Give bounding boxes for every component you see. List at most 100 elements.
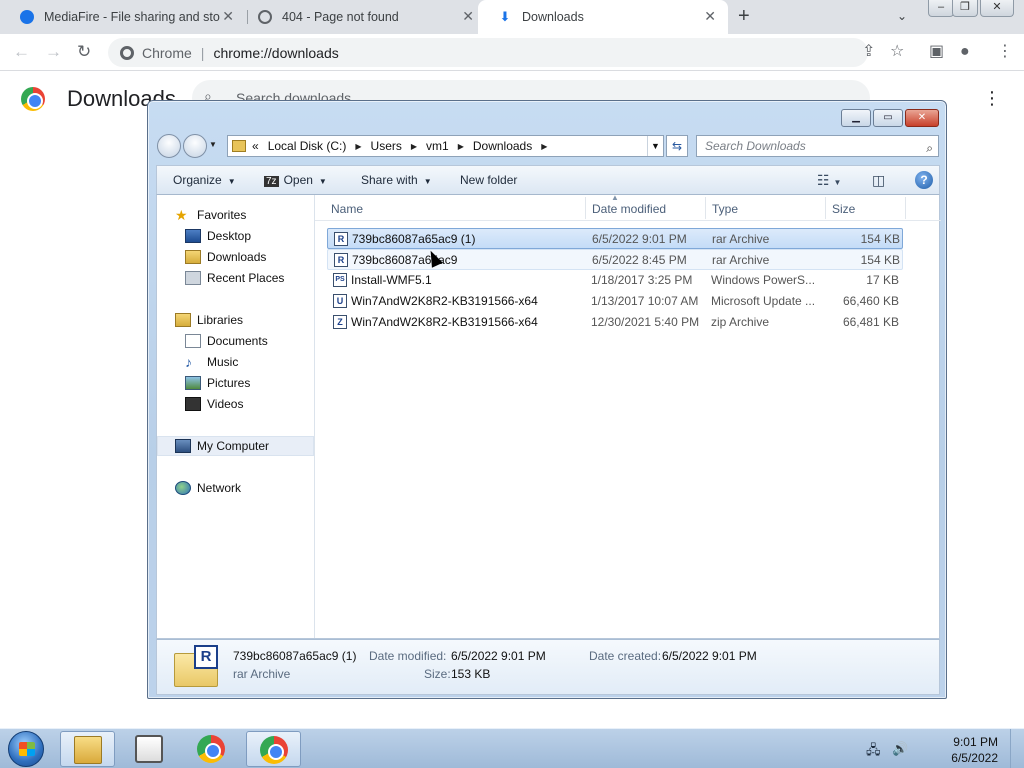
new-folder-button[interactable]: New folder bbox=[460, 173, 517, 187]
taskbar-chrome-button[interactable] bbox=[184, 731, 239, 767]
column-header-date[interactable]: Date modified bbox=[592, 202, 666, 216]
details-size-label: Size: bbox=[424, 667, 451, 681]
tab-search-chevron-icon[interactable]: ⌄ bbox=[897, 9, 907, 23]
explorer-address-bar[interactable]: « Local Disk (C:) ▶ Users ▶ vm1 ▶ Downlo… bbox=[227, 135, 664, 157]
column-divider[interactable] bbox=[705, 197, 706, 219]
breadcrumb-local-disk[interactable]: Local Disk (C:) bbox=[268, 139, 347, 153]
open-button[interactable]: 7z Open ▼ bbox=[264, 173, 327, 187]
reload-icon[interactable]: ↻ bbox=[77, 41, 91, 63]
nav-libraries[interactable]: Libraries bbox=[157, 310, 314, 330]
tab-mediafire[interactable]: MediaFire - File sharing and stor ✕ bbox=[0, 0, 246, 34]
back-button[interactable] bbox=[157, 134, 181, 158]
nav-desktop[interactable]: Desktop bbox=[157, 226, 314, 246]
star-icon: ★ bbox=[175, 207, 188, 223]
explorer-window: ▁ ▭ ✕ ▼ « Local Disk (C:) ▶ Users ▶ vm1 … bbox=[147, 100, 947, 699]
more-options-icon[interactable]: ⋮ bbox=[983, 88, 1001, 108]
file-name: 739bc86087a65ac9 bbox=[352, 253, 458, 267]
music-note-icon: ♪ bbox=[185, 354, 192, 370]
file-row[interactable]: Z Win7AndW2K8R2-KB3191566-x64 12/30/2021… bbox=[327, 312, 903, 333]
show-desktop-button[interactable] bbox=[1010, 729, 1024, 768]
organize-button[interactable]: Organize ▼ bbox=[173, 173, 236, 187]
file-row[interactable]: R 739bc86087a65ac9 (1) 6/5/2022 9:01 PM … bbox=[327, 228, 903, 249]
nav-pictures[interactable]: Pictures bbox=[157, 373, 314, 393]
breadcrumb-vm1[interactable]: vm1 bbox=[426, 139, 449, 153]
file-row[interactable]: U Win7AndW2K8R2-KB3191566-x64 1/13/2017 … bbox=[327, 291, 903, 312]
taskbar-explorer-button[interactable] bbox=[60, 731, 115, 767]
tab-downloads[interactable]: ⬇ Downloads ✕ bbox=[478, 0, 728, 34]
column-header-type[interactable]: Type bbox=[712, 202, 738, 216]
profile-avatar-icon[interactable]: ● bbox=[960, 42, 970, 62]
details-created-label: Date created: bbox=[589, 649, 662, 663]
taskbar-chrome-active-button[interactable] bbox=[246, 731, 301, 767]
explorer-maximize-button[interactable]: ▭ bbox=[873, 109, 903, 127]
file-name: Win7AndW2K8R2-KB3191566-x64 bbox=[351, 294, 538, 308]
restore-button[interactable]: ❐ bbox=[952, 0, 978, 17]
close-window-button[interactable]: ✕ bbox=[980, 0, 1014, 17]
column-header-name[interactable]: Name bbox=[331, 202, 363, 216]
nav-my-computer[interactable]: My Computer bbox=[157, 436, 314, 456]
column-divider[interactable] bbox=[905, 197, 906, 219]
help-icon[interactable]: ? bbox=[915, 171, 933, 189]
file-date: 12/30/2021 5:40 PM bbox=[591, 315, 700, 329]
back-arrow-icon[interactable]: ← bbox=[13, 41, 30, 63]
media-player-icon bbox=[135, 735, 163, 763]
column-divider[interactable] bbox=[585, 197, 586, 219]
explorer-close-button[interactable]: ✕ bbox=[905, 109, 939, 127]
file-name: 739bc86087a65ac9 (1) bbox=[352, 232, 476, 246]
nav-favorites[interactable]: ★ Favorites bbox=[157, 205, 314, 225]
breadcrumb-arrow-icon[interactable]: ▶ bbox=[355, 142, 361, 151]
file-row[interactable]: R 739bc86087a65ac9 6/5/2022 8:45 PM rar … bbox=[327, 249, 903, 270]
address-bar[interactable]: Chrome | chrome://downloads bbox=[108, 38, 868, 67]
browser-tabstrip: MediaFire - File sharing and stor ✕ 404 … bbox=[0, 0, 1024, 34]
forward-button[interactable] bbox=[183, 134, 207, 158]
share-icon[interactable]: ⇪ bbox=[862, 42, 875, 62]
search-icon: ⌕ bbox=[926, 141, 933, 155]
nav-downloads[interactable]: Downloads bbox=[157, 247, 314, 267]
start-button[interactable] bbox=[8, 731, 44, 767]
nav-label: Documents bbox=[207, 334, 268, 348]
file-row[interactable]: PS Install-WMF5.1 1/18/2017 3:25 PM Wind… bbox=[327, 270, 903, 291]
pictures-icon bbox=[185, 376, 201, 390]
file-type: zip Archive bbox=[711, 315, 770, 329]
nav-network[interactable]: Network bbox=[157, 478, 314, 498]
close-icon[interactable]: ✕ bbox=[222, 9, 234, 23]
breadcrumb-arrow-icon[interactable]: ▶ bbox=[458, 142, 464, 151]
nav-recent-places[interactable]: Recent Places bbox=[157, 268, 314, 288]
globe-icon bbox=[258, 10, 272, 24]
explorer-search-input[interactable]: Search Downloads ⌕ bbox=[696, 135, 939, 157]
omnibox-url: chrome://downloads bbox=[213, 44, 339, 61]
share-with-button[interactable]: Share with ▼ bbox=[361, 173, 432, 187]
system-clock[interactable]: 9:01 PM 6/5/2022 bbox=[930, 734, 998, 766]
column-divider[interactable] bbox=[825, 197, 826, 219]
network-tray-icon[interactable]: 🖧 bbox=[866, 741, 881, 763]
bookmark-star-icon[interactable]: ☆ bbox=[890, 42, 904, 62]
close-icon[interactable]: ✕ bbox=[704, 9, 716, 23]
folder-icon bbox=[74, 736, 102, 764]
chrome-menu-icon[interactable]: ⋮ bbox=[997, 42, 1013, 62]
column-header-size[interactable]: Size bbox=[832, 202, 855, 216]
address-dropdown-icon[interactable]: ▼ bbox=[647, 136, 663, 156]
side-panel-icon[interactable]: ▣ bbox=[929, 42, 944, 62]
forward-arrow-icon[interactable]: → bbox=[45, 41, 62, 63]
breadcrumb-overflow[interactable]: « bbox=[252, 139, 259, 153]
change-view-icon[interactable]: ☷ ▼ bbox=[817, 172, 841, 189]
nav-label: Videos bbox=[207, 397, 244, 411]
refresh-icon[interactable]: ⇆ bbox=[666, 135, 688, 157]
minimize-button[interactable]: – bbox=[928, 0, 954, 17]
breadcrumb-users[interactable]: Users bbox=[371, 139, 402, 153]
nav-documents[interactable]: Documents bbox=[157, 331, 314, 351]
nav-music[interactable]: ♪ Music bbox=[157, 352, 314, 372]
breadcrumb-arrow-icon[interactable]: ▶ bbox=[411, 142, 417, 151]
taskbar-media-player-button[interactable] bbox=[122, 731, 177, 767]
details-size-value: 153 KB bbox=[451, 667, 491, 681]
close-icon[interactable]: ✕ bbox=[462, 9, 474, 23]
nav-videos[interactable]: Videos bbox=[157, 394, 314, 414]
preview-pane-icon[interactable]: ◫ bbox=[872, 172, 885, 189]
breadcrumb-arrow-icon[interactable]: ▶ bbox=[541, 142, 547, 151]
volume-icon[interactable]: 🔊 bbox=[892, 741, 908, 757]
explorer-minimize-button[interactable]: ▁ bbox=[841, 109, 871, 127]
new-tab-button[interactable]: + bbox=[738, 5, 750, 27]
recent-pages-chevron-icon[interactable]: ▼ bbox=[209, 140, 217, 149]
breadcrumb-downloads[interactable]: Downloads bbox=[473, 139, 532, 153]
tab-404[interactable]: 404 - Page not found ✕ bbox=[238, 0, 486, 34]
